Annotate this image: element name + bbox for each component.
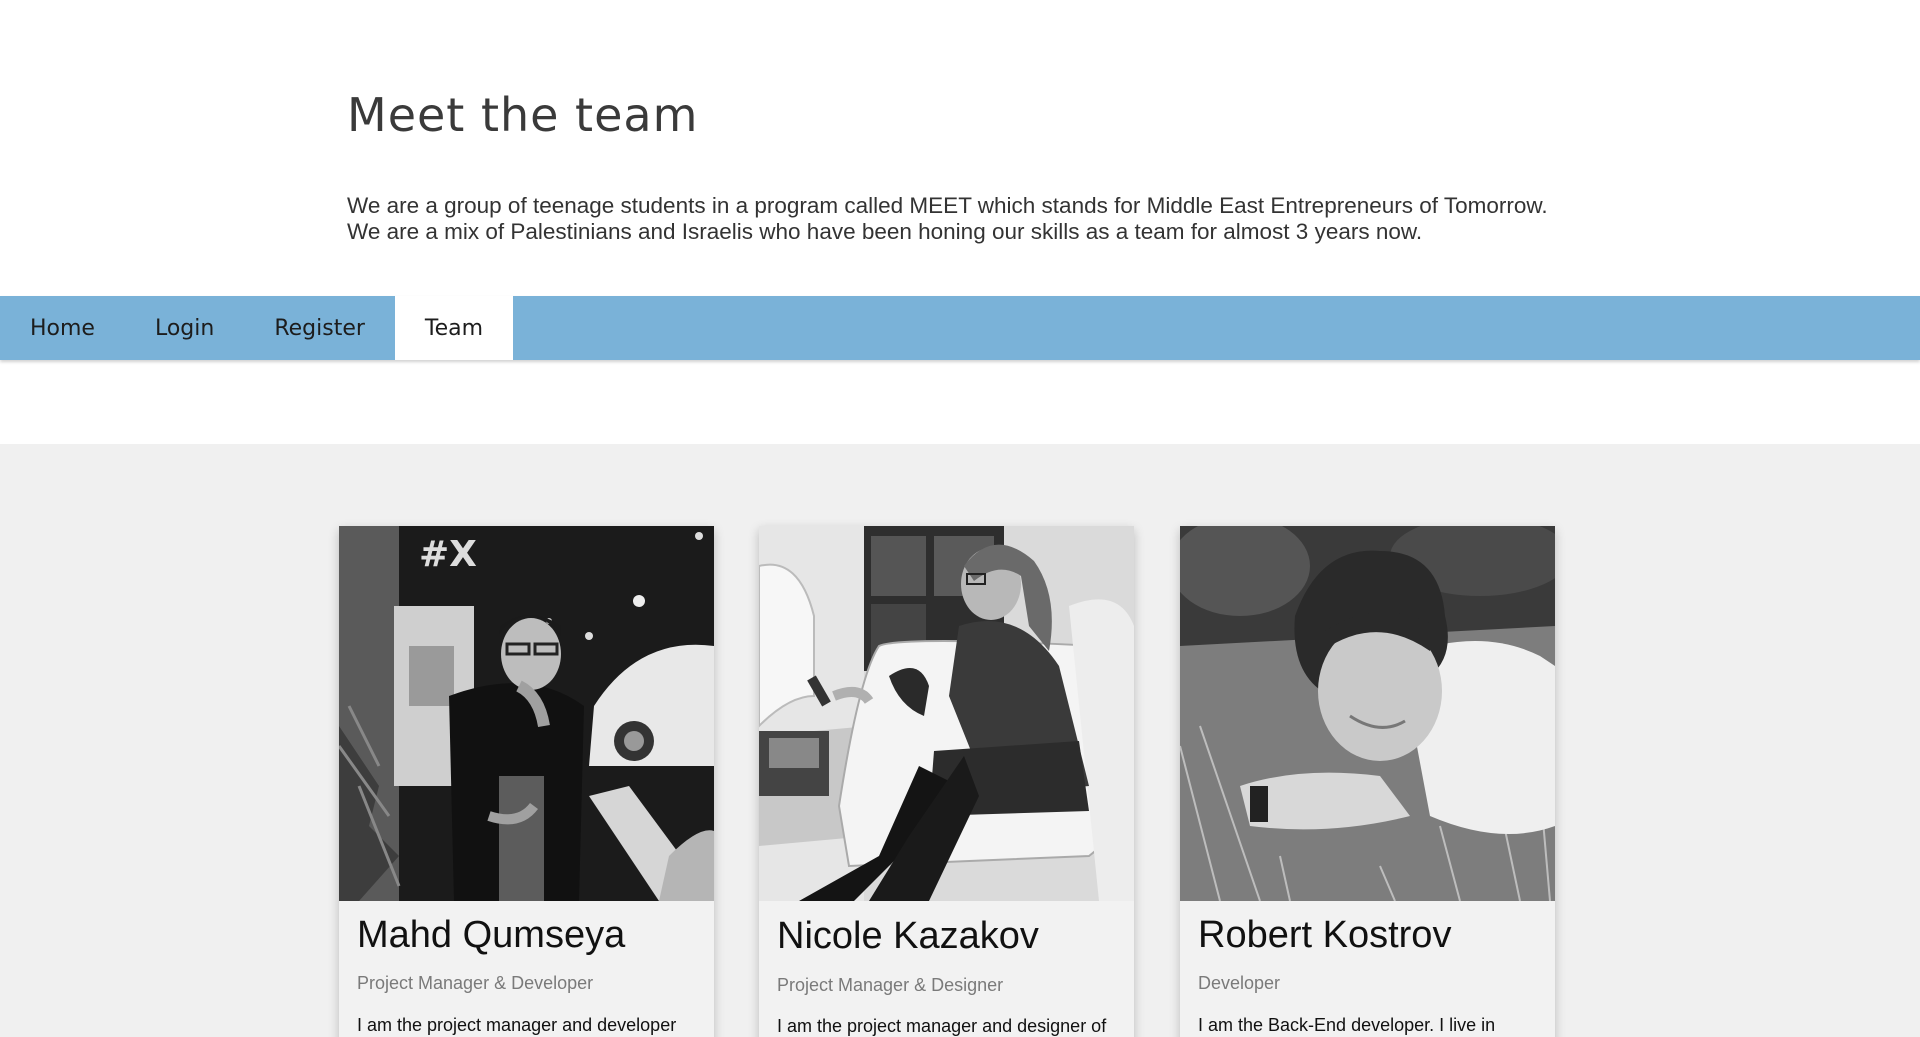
team-member-role: Project Manager & Developer [357, 973, 594, 993]
team-member-bio: I am the project manager and developer [357, 1015, 677, 1035]
team-section: #X Mahd Qumseya Project Manager & Develo… [0, 444, 1920, 1037]
team-card-robert: Robert Kostrov Developer I am the Back-E… [1180, 526, 1555, 1037]
page-title: Meet the team [347, 88, 699, 142]
team-card-mahd: #X Mahd Qumseya Project Manager & Develo… [339, 526, 714, 1037]
team-member-name: Robert Kostrov [1198, 914, 1452, 956]
team-member-name: Nicole Kazakov [777, 915, 1039, 957]
team-member-name: Mahd Qumseya [357, 914, 626, 956]
nav-home-link[interactable]: Home [0, 296, 125, 360]
svg-text:#X: #X [419, 534, 477, 575]
nav-login-link[interactable]: Login [125, 296, 244, 360]
team-member-bio: I am the Back-End developer. I live in [1198, 1015, 1496, 1035]
team-member-bio: I am the project manager and designer of [777, 1016, 1107, 1036]
team-member-photo [759, 526, 1134, 901]
nav-team-link[interactable]: Team [394, 296, 514, 360]
team-member-photo [1180, 526, 1555, 901]
team-member-photo: #X [339, 526, 714, 901]
nav-register-link[interactable]: Register [244, 296, 395, 360]
team-member-role: Project Manager & Designer [777, 975, 1004, 995]
page-header: Meet the team We are a group of teenage … [0, 0, 1920, 296]
main-navbar: Home Login Register Team [0, 296, 1920, 360]
team-card-nicole: Nicole Kazakov Project Manager & Designe… [759, 526, 1134, 1037]
intro-text: We are a group of teenage students in a … [347, 193, 1548, 244]
team-member-role: Developer [1198, 973, 1281, 993]
